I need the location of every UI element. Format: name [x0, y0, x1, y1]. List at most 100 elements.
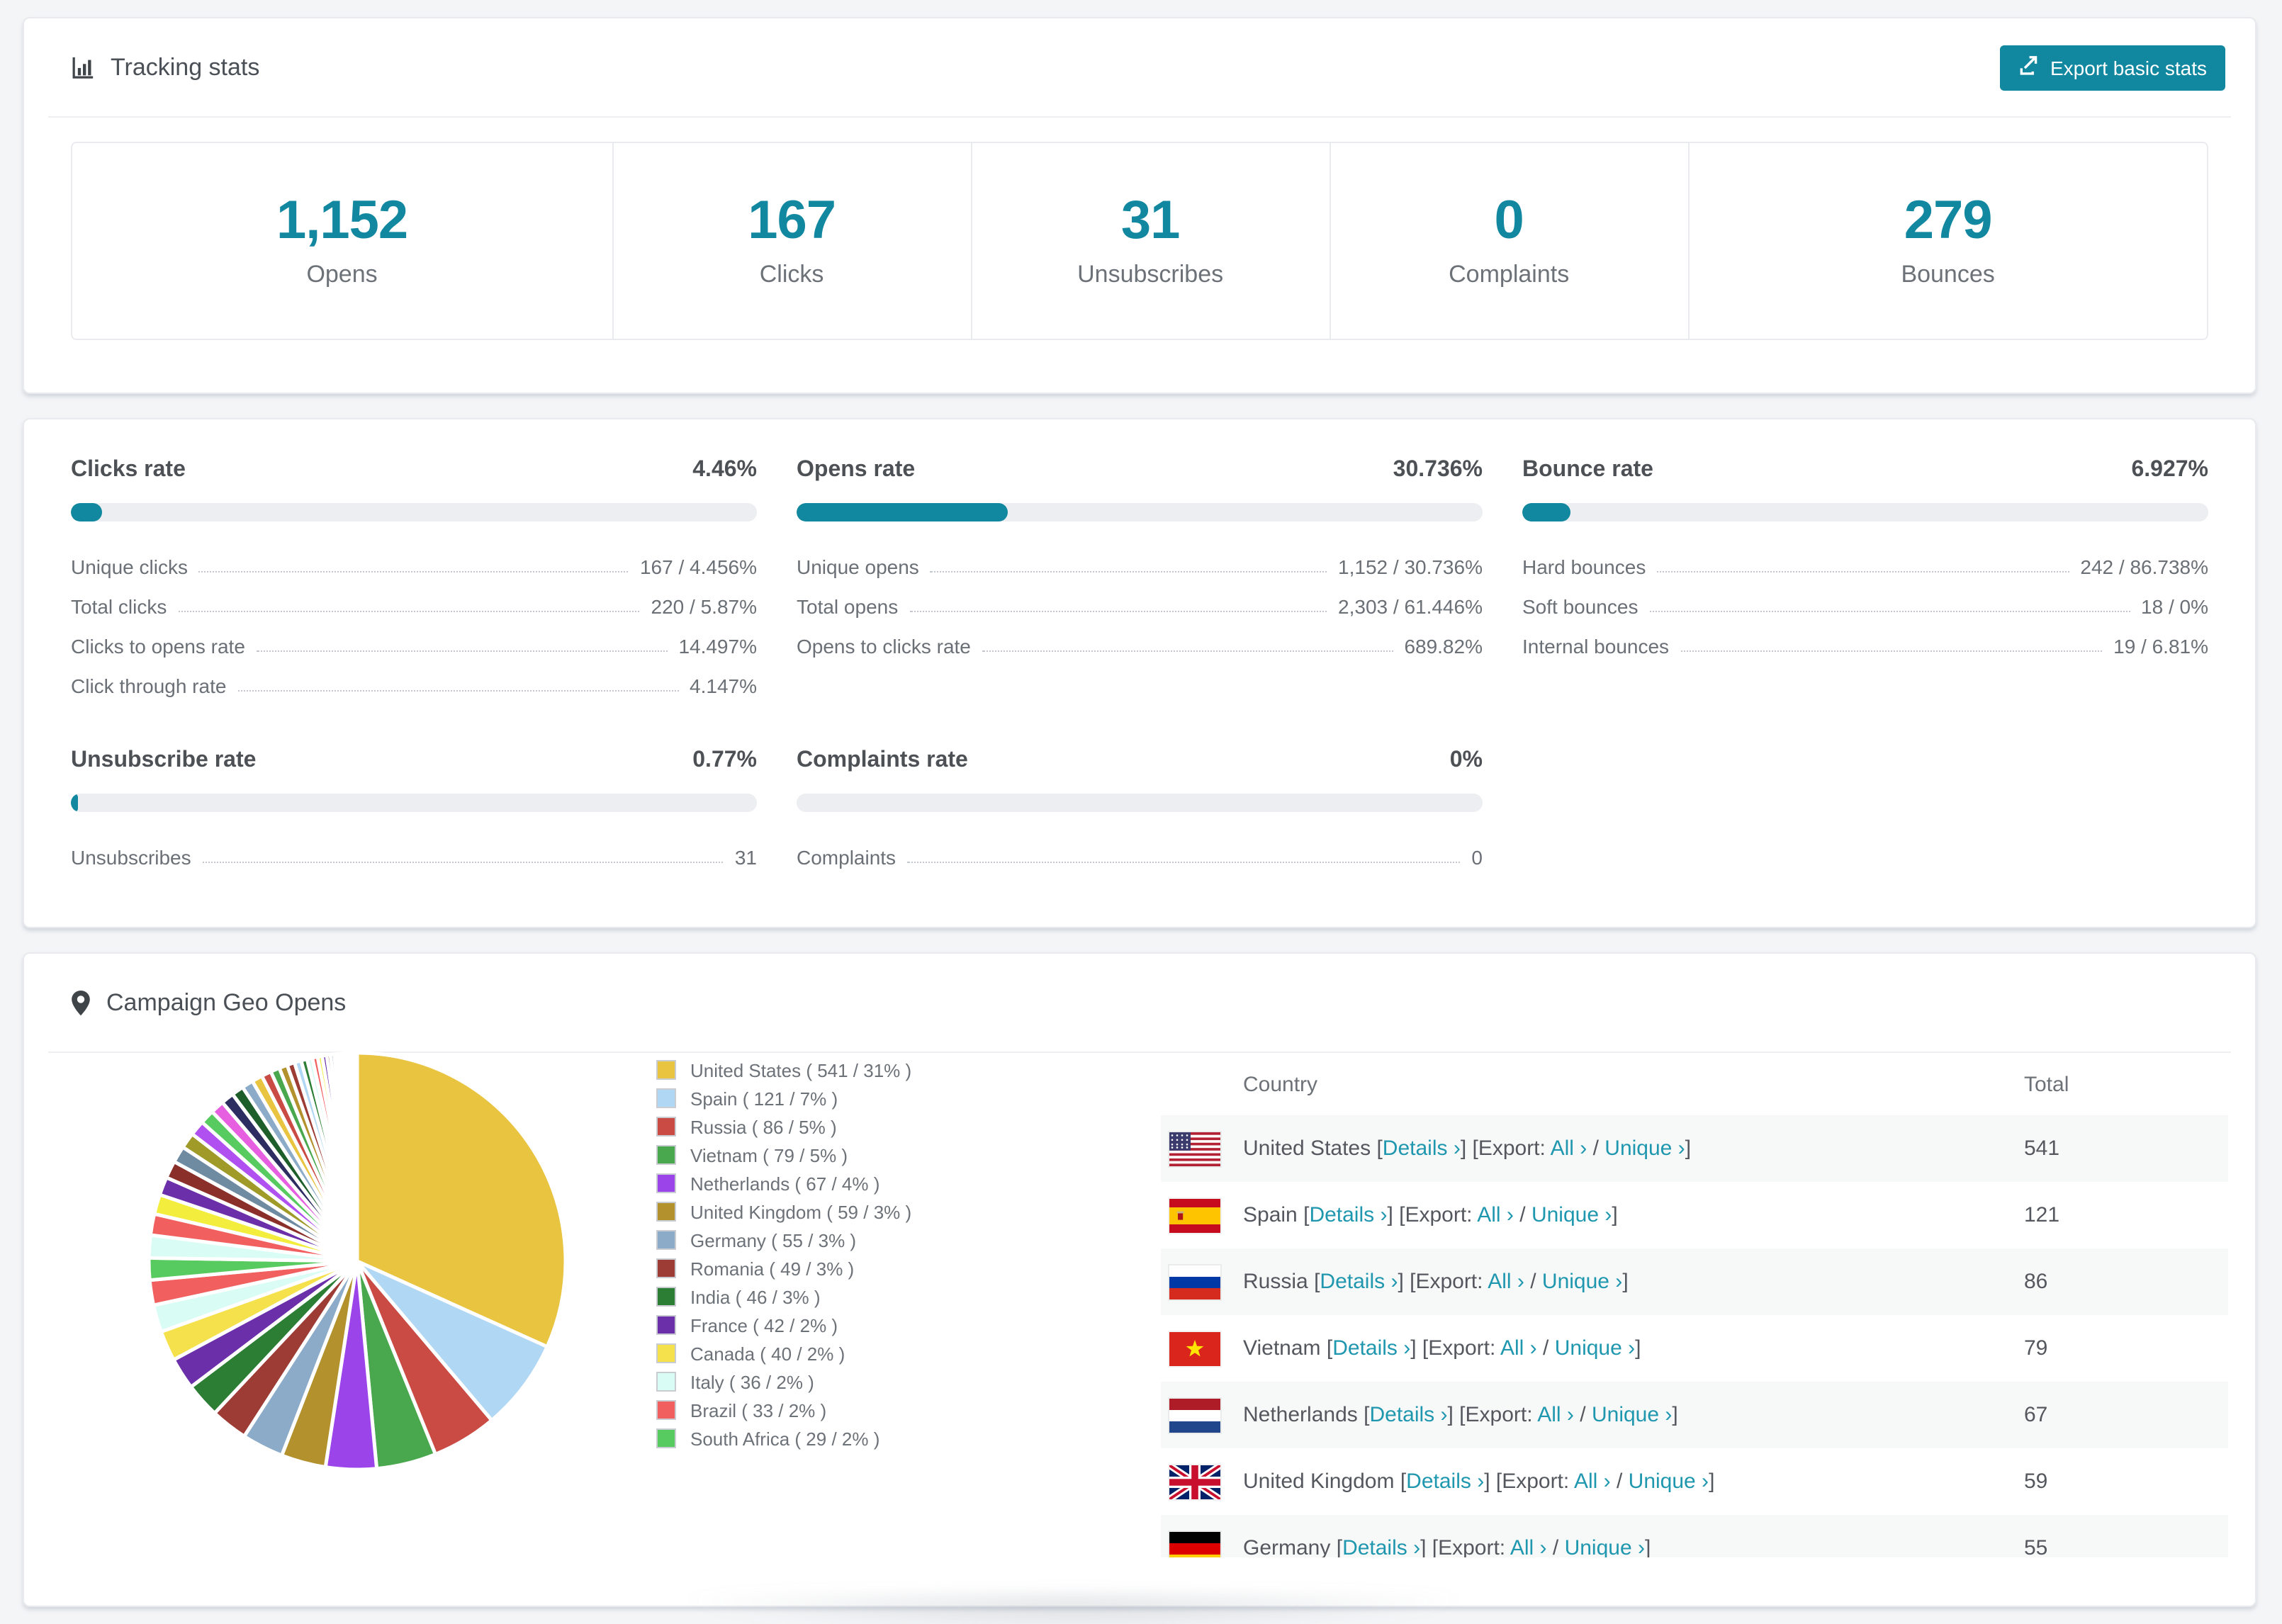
rate-row: Clicks to opens rate 14.497%: [71, 622, 757, 662]
details-link[interactable]: Details ›: [1309, 1203, 1387, 1227]
details-link[interactable]: Details ›: [1320, 1270, 1398, 1294]
legend-label: South Africa ( 29 / 2% ): [690, 1428, 880, 1449]
export-all-link[interactable]: All ›: [1500, 1336, 1537, 1360]
geo-table-row: United Kingdom [Details ›] [Export: All …: [1161, 1448, 2228, 1515]
rate-block-opens-rate: Opens rate 30.736% Unique opens 1,152 / 30.…: [797, 458, 1483, 701]
dotted-leader: [256, 650, 668, 652]
geo-opens-pie-chart: [143, 1047, 571, 1475]
legend-label: Canada ( 40 / 2% ): [690, 1343, 845, 1364]
geo-table: Country Total United States [Details ›] …: [1161, 1053, 2228, 1557]
rate-row-label: Unsubscribes: [71, 846, 191, 869]
export-unique-link[interactable]: Unique ›: [1629, 1470, 1709, 1494]
legend-label: Germany ( 55 / 3% ): [690, 1229, 857, 1251]
rate-row-value: 31: [734, 846, 757, 869]
dotted-leader: [930, 571, 1327, 573]
legend-color-swatch: [656, 1202, 676, 1222]
export-all-link[interactable]: All ›: [1537, 1403, 1574, 1427]
rate-progress-fill: [71, 794, 78, 812]
total-column-header: Total: [2024, 1072, 2069, 1096]
rate-row-value: 19 / 6.81%: [2113, 635, 2208, 658]
flag-icon-us: [1169, 1132, 1220, 1166]
legend-item: Canada ( 40 / 2% ): [656, 1339, 911, 1368]
export-unique-link[interactable]: Unique ›: [1555, 1336, 1635, 1360]
legend-label: United Kingdom ( 59 / 3% ): [690, 1201, 912, 1222]
tracking-stats-card: Tracking stats Export basic stats 1,152 O…: [23, 17, 2256, 394]
legend-item: Romania ( 49 / 3% ): [656, 1254, 911, 1282]
export-unique-link[interactable]: Unique ›: [1565, 1536, 1645, 1557]
details-link[interactable]: Details ›: [1369, 1403, 1447, 1427]
legend-label: Netherlands ( 67 / 4% ): [690, 1173, 880, 1194]
dotted-leader: [178, 611, 640, 612]
total-cell: 121: [2024, 1203, 2060, 1227]
total-cell: 79: [2024, 1336, 2048, 1360]
export-icon: [2018, 55, 2039, 80]
legend-color-swatch: [656, 1088, 676, 1108]
page-title: Tracking stats: [111, 53, 260, 80]
total-cell: 86: [2024, 1270, 2048, 1294]
export-all-link[interactable]: All ›: [1477, 1203, 1514, 1227]
stat-cell-clicks: 167 Clicks: [612, 143, 970, 339]
pie-slice-other-40[interactable]: [354, 1051, 359, 1263]
rate-row-label: Unique clicks: [71, 556, 188, 578]
export-basic-stats-button[interactable]: Export basic stats: [1999, 45, 2225, 90]
flag-icon-ru: [1169, 1265, 1220, 1299]
rate-row-label: Hard bounces: [1522, 556, 1646, 578]
geo-table-row: Russia [Details ›] [Export: All › / Uniq…: [1161, 1248, 2228, 1315]
details-link[interactable]: Details ›: [1406, 1470, 1484, 1494]
country-links-text: Russia [Details ›] [Export: All › / Uniq…: [1243, 1270, 1629, 1294]
rate-block-bounce-rate: Bounce rate 6.927% Hard bounces 242 / 86.73…: [1522, 458, 2208, 701]
country-name: Germany: [1243, 1536, 1337, 1557]
details-link[interactable]: Details ›: [1342, 1536, 1420, 1557]
rate-row: Soft bounces 18 / 0%: [1522, 582, 2208, 622]
details-link[interactable]: Details ›: [1332, 1336, 1410, 1360]
dotted-leader: [198, 571, 629, 573]
export-all-link[interactable]: All ›: [1488, 1270, 1524, 1294]
stat-value: 279: [1904, 191, 1993, 250]
rate-progress-fill: [71, 503, 102, 521]
rate-block-unsubscribe-rate: Unsubscribe rate 0.77% Unsubscribes 31: [71, 748, 757, 873]
total-cell: 59: [2024, 1470, 2048, 1494]
rate-block-header: Opens rate 30.736%: [797, 458, 1483, 483]
country-name: Spain: [1243, 1203, 1304, 1227]
rate-title: Clicks rate: [71, 458, 186, 482]
export-all-link[interactable]: All ›: [1510, 1536, 1547, 1557]
rate-row-label: Clicks to opens rate: [71, 635, 245, 658]
stats-box: 1,152 Opens 167 Clicks 31 Unsubscribes 0 Compla…: [71, 142, 2208, 340]
export-all-link[interactable]: All ›: [1551, 1137, 1587, 1161]
rate-row-value: 18 / 0%: [2141, 595, 2208, 618]
legend-item: Spain ( 121 / 7% ): [656, 1084, 911, 1112]
rate-row: Opens to clicks rate 689.82%: [797, 622, 1483, 662]
legend-item: Brazil ( 33 / 2% ): [656, 1396, 911, 1424]
legend-color-swatch: [656, 1343, 676, 1363]
rate-row-value: 167 / 4.456%: [639, 556, 757, 578]
details-link[interactable]: Details ›: [1383, 1137, 1461, 1161]
legend-label: Brazil ( 33 / 2% ): [690, 1399, 827, 1421]
rate-progress-track: [1522, 503, 2208, 521]
stat-value: 0: [1494, 191, 1524, 250]
legend-item: Italy ( 36 / 2% ): [656, 1368, 911, 1396]
country-links-text: Netherlands [Details ›] [Export: All › /…: [1243, 1403, 1678, 1427]
export-unique-link[interactable]: Unique ›: [1604, 1137, 1685, 1161]
country-name: United States: [1243, 1137, 1377, 1161]
export-unique-link[interactable]: Unique ›: [1592, 1403, 1672, 1427]
rate-row-value: 220 / 5.87%: [651, 595, 757, 618]
geo-table-rows: United States [Details ›] [Export: All ›…: [1161, 1115, 2228, 1557]
country-cell: United Kingdom [Details ›] [Export: All …: [1161, 1465, 2024, 1499]
rate-rows: Hard bounces 242 / 86.738% Soft bounces 18 …: [1522, 543, 2208, 662]
legend-color-swatch: [656, 1117, 676, 1137]
legend-label: Italy ( 36 / 2% ): [690, 1371, 814, 1392]
rate-row-value: 1,152 / 30.736%: [1338, 556, 1483, 578]
rate-progress-track: [71, 503, 757, 521]
stat-cell-unsubscribes: 31 Unsubscribes: [970, 143, 1329, 339]
stat-value: 167: [748, 191, 836, 250]
dotted-leader: [1680, 650, 2103, 652]
dotted-leader: [202, 862, 724, 863]
export-unique-link[interactable]: Unique ›: [1542, 1270, 1622, 1294]
geo-table-row: Germany [Details ›] [Export: All › / Uni…: [1161, 1515, 2228, 1557]
export-unique-link[interactable]: Unique ›: [1531, 1203, 1612, 1227]
legend-item: South Africa ( 29 / 2% ): [656, 1424, 911, 1453]
flag-icon-gb: [1169, 1465, 1220, 1499]
total-cell: 541: [2024, 1137, 2060, 1161]
dotted-leader: [1649, 611, 2130, 612]
export-all-link[interactable]: All ›: [1574, 1470, 1611, 1494]
